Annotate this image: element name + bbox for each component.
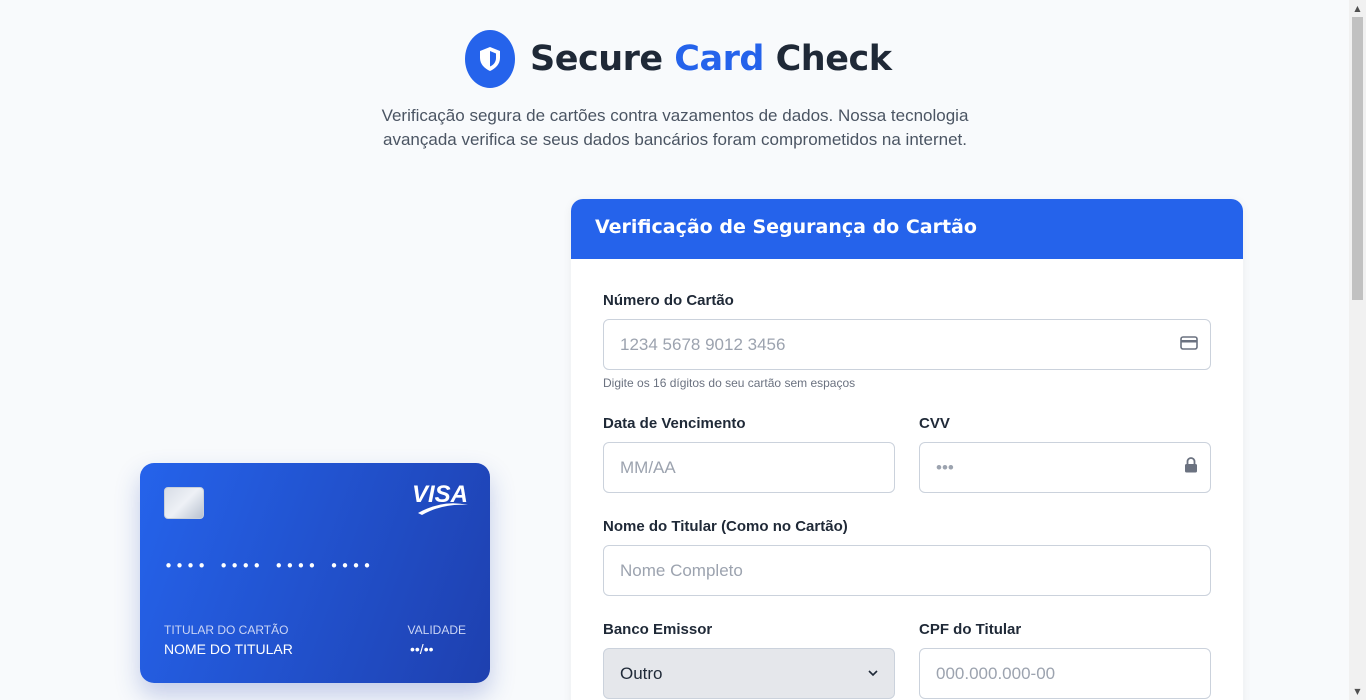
scroll-down-icon[interactable]: ▼ (1349, 683, 1366, 700)
brand: Secure Card Check (465, 30, 892, 88)
scrollbar-thumb[interactable] (1352, 17, 1363, 300)
expiry-input[interactable] (603, 442, 895, 493)
form-title: Verificação de Segurança do Cartão (595, 216, 977, 238)
title-part-1: Secure (530, 39, 675, 79)
bank-selected-value: Outro (620, 663, 663, 683)
credit-card-icon (1180, 336, 1198, 350)
cvv-label: CVV (919, 415, 950, 432)
card-number-preview: •••• •••• •••• •••• (164, 557, 374, 575)
card-preview: VISA •••• •••• •••• •••• TITULAR DO CART… (140, 463, 490, 683)
shield-icon (465, 30, 515, 88)
holder-label: Nome do Titular (Como no Cartão) (603, 518, 848, 535)
holder-caption: TITULAR DO CARTÃO (164, 623, 289, 637)
bank-select[interactable]: Outro (603, 648, 895, 699)
cpf-label: CPF do Titular (919, 621, 1022, 638)
chip-icon (164, 487, 204, 519)
lock-icon (1185, 457, 1197, 473)
holder-name-input[interactable] (603, 545, 1211, 596)
verification-form: Verificação de Segurança do Cartão Númer… (571, 199, 1243, 700)
bank-label: Banco Emissor (603, 621, 713, 638)
card-number-hint: Digite os 16 dígitos do seu cartão sem e… (603, 376, 856, 390)
card-number-label: Número do Cartão (603, 292, 734, 309)
vertical-scrollbar[interactable]: ▲ ▼ (1349, 0, 1366, 700)
chevron-down-icon (868, 670, 878, 677)
title-accent: Card (674, 39, 764, 79)
cpf-input[interactable] (919, 648, 1211, 699)
app-title: Secure Card Check (530, 39, 892, 79)
card-number-input[interactable] (603, 319, 1211, 370)
title-part-3: Check (763, 39, 892, 79)
validity-caption: VALIDADE (407, 623, 466, 637)
form-header: Verificação de Segurança do Cartão (571, 199, 1243, 259)
validity-preview: ••/•• (410, 641, 434, 657)
expiry-label: Data de Vencimento (603, 415, 746, 432)
page-subtitle: Verificação segura de cartões contra vaz… (381, 106, 969, 149)
cvv-input[interactable] (919, 442, 1211, 493)
visa-swoosh-icon (418, 503, 468, 515)
scroll-up-icon[interactable]: ▲ (1349, 0, 1366, 17)
holder-name-preview: NOME DO TITULAR (164, 641, 293, 657)
